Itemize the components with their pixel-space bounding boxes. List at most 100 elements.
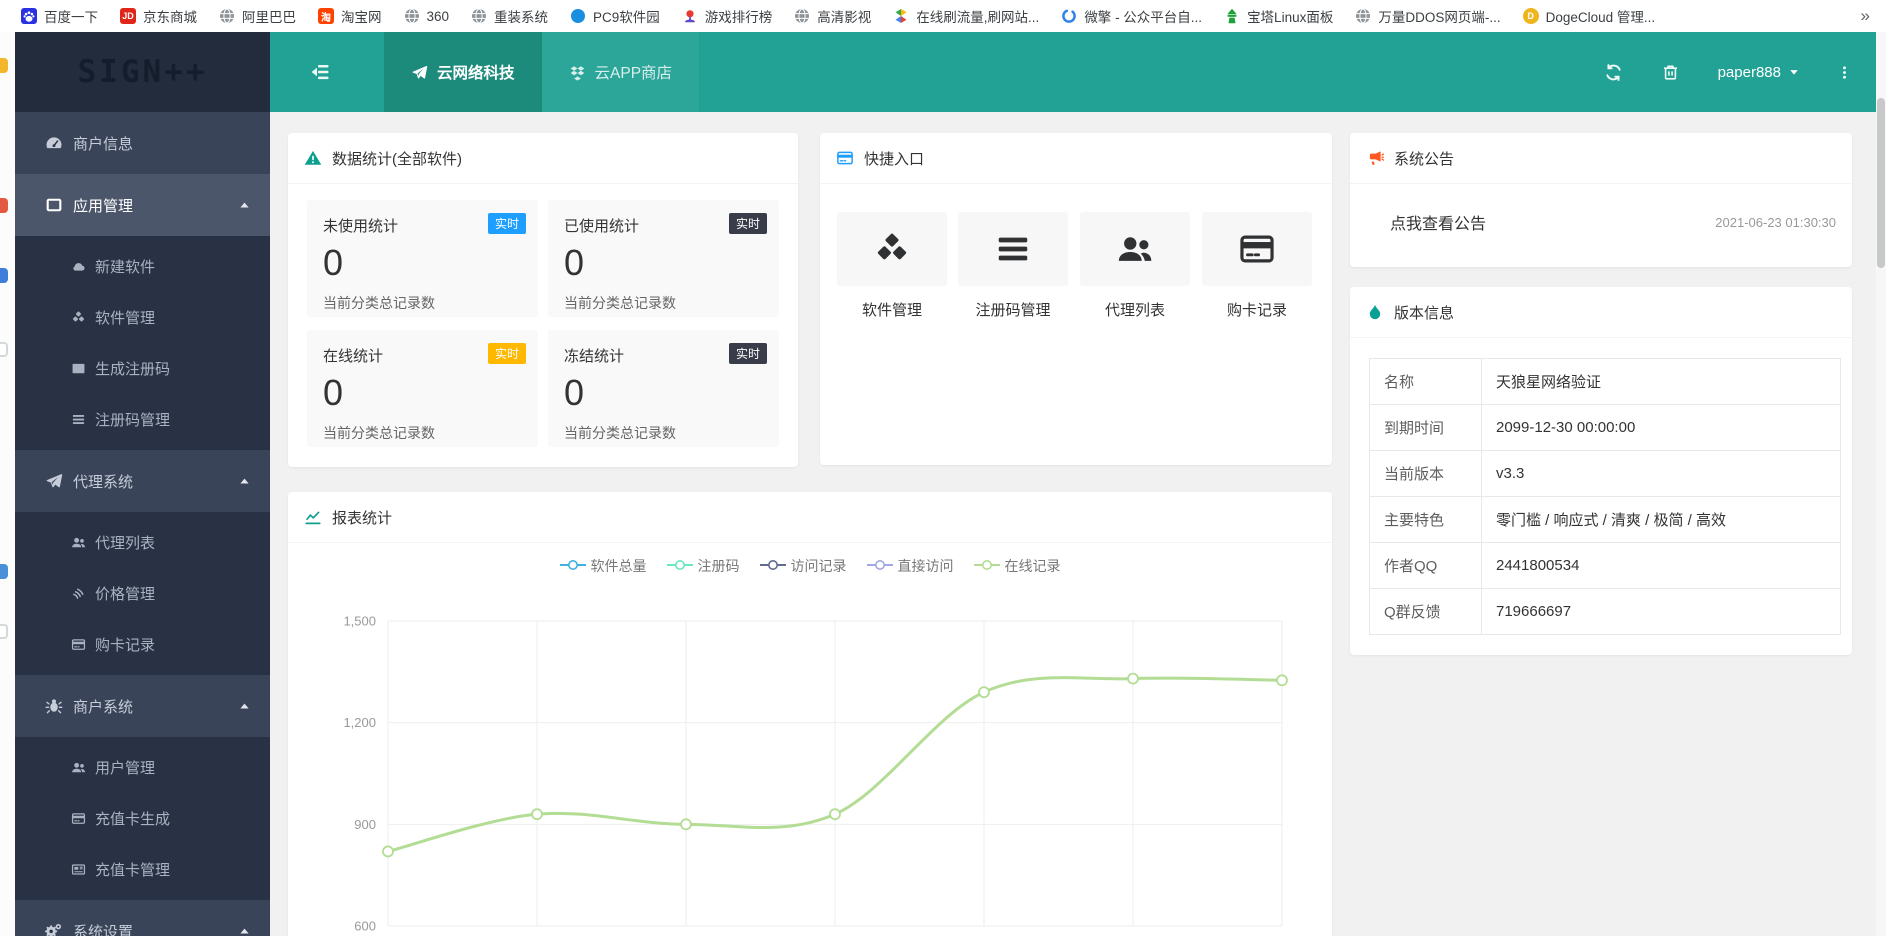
sidebar-item[interactable]: 新建软件	[15, 241, 270, 292]
stat-tile: 在线统计实时0当前分类总记录数	[307, 330, 538, 447]
report-chart-header: 报表统计	[288, 492, 1332, 543]
bookmark-item[interactable]: 360	[393, 3, 461, 29]
topbar-tab[interactable]: 云网络科技	[384, 32, 542, 112]
version-info-card: 版本信息 名称天狼星网络验证到期时间2099-12-30 00:00:00当前版…	[1350, 287, 1852, 655]
view-announcement-link[interactable]: 点我查看公告	[1390, 210, 1486, 234]
version-table-row: 到期时间2099-12-30 00:00:00	[1370, 405, 1841, 451]
bookmark-item[interactable]: 万量DDOS网页端-...	[1344, 3, 1511, 29]
legend-label: 软件总量	[591, 556, 647, 576]
sidebar-item[interactable]: 价格管理	[15, 568, 270, 619]
page-scrollbar	[1876, 32, 1886, 936]
bookmark-item[interactable]: DDogeCloud 管理...	[1512, 3, 1667, 29]
sidebar-parent-item[interactable]: 应用管理	[15, 174, 270, 236]
sidebar-item[interactable]: 生成注册码	[15, 343, 270, 394]
megaphone-icon	[1366, 149, 1384, 167]
bug-icon	[45, 697, 63, 715]
bookmark-item[interactable]: JD京东商城	[109, 3, 208, 29]
sidebar-item-label: 购卡记录	[95, 634, 155, 655]
bookmark-label: 在线刷流量,刷网站...	[916, 6, 1039, 26]
version-table-row: 名称天狼星网络验证	[1370, 359, 1841, 405]
globe-favicon-icon	[794, 8, 810, 24]
sidebar-parent-item[interactable]: 商户信息	[15, 112, 270, 174]
legend-label: 在线记录	[1005, 556, 1061, 576]
quick-entry-title: 快捷入口	[864, 148, 924, 169]
bookmark-item[interactable]: 百度一下	[10, 3, 109, 29]
sidebar-item-label: 系统设置	[73, 921, 133, 936]
bars-icon	[958, 212, 1068, 286]
topbar-actions: paper888	[1604, 63, 1876, 82]
trash-icon[interactable]	[1661, 63, 1680, 82]
announcement-timestamp: 2021-06-23 01:30:30	[1715, 215, 1836, 230]
line-chart: 1,5001,200900600	[288, 585, 1332, 936]
stat-value: 0	[323, 245, 522, 281]
sidebar-item[interactable]: 注册码管理	[15, 394, 270, 445]
app-window: SIGN++ 商户信息应用管理新建软件软件管理生成注册码注册码管理代理系统代理列…	[0, 32, 1886, 936]
svg-text:600: 600	[354, 919, 376, 934]
browser-bookmarks-bar: 百度一下JD京东商城 阿里巴巴淘淘宝网360 重装系统 PC9软件园游戏排行榜高清影视…	[0, 0, 1886, 32]
edge-icon-fragment	[0, 564, 8, 579]
user-menu[interactable]: paper888	[1718, 64, 1799, 81]
bookmark-item[interactable]: 在线刷流量,刷网站...	[882, 3, 1050, 29]
bookmark-item[interactable]: 高清影视	[783, 3, 882, 29]
legend-item[interactable]: 直接访问	[867, 556, 954, 576]
droplet-icon	[1366, 303, 1384, 321]
collapse-menu-icon[interactable]	[308, 60, 332, 84]
sidebar-item-label: 商户系统	[73, 696, 133, 717]
topbar-tab[interactable]: 云APP商店	[542, 32, 700, 112]
sidebar-parent-item[interactable]: 代理系统	[15, 450, 270, 512]
bookmark-item[interactable]: 宝塔Linux面板	[1213, 3, 1344, 29]
more-options-icon[interactable]	[1837, 63, 1852, 82]
caret-up-icon	[239, 926, 250, 936]
waves-icon	[71, 586, 86, 601]
bookmark-item[interactable]: PC9软件园	[559, 3, 671, 29]
joystick-favicon-icon	[682, 8, 698, 24]
sidebar-item[interactable]: 用户管理	[15, 742, 270, 793]
legend-item[interactable]: 访问记录	[760, 556, 847, 576]
app-logo[interactable]: SIGN++	[15, 32, 270, 112]
bookmark-label: 阿里巴巴	[242, 6, 296, 26]
bookmark-item[interactable]: 阿里巴巴	[208, 3, 307, 29]
scrollbar-thumb[interactable]	[1877, 98, 1885, 268]
sidebar-item[interactable]: 充值卡生成	[15, 793, 270, 844]
stat-tile: 已使用统计实时0当前分类总记录数	[548, 200, 779, 317]
sidebar-item[interactable]: 充值卡管理	[15, 844, 270, 895]
bookmark-item[interactable]: 淘淘宝网	[307, 3, 393, 29]
bookmark-label: 微擎 - 公众平台自...	[1084, 6, 1202, 26]
baidu-favicon-icon	[21, 8, 37, 24]
edge-icon-fragment	[0, 342, 8, 357]
browser-edge-strip	[0, 32, 15, 936]
stats-card: 数据统计(全部软件) 未使用统计实时0当前分类总记录数已使用统计实时0当前分类总…	[288, 133, 798, 467]
bookmark-label: 重装系统	[494, 6, 548, 26]
legend-item[interactable]: 在线记录	[974, 556, 1061, 576]
stat-caption: 当前分类总记录数	[323, 293, 522, 313]
sidebar-parent-item[interactable]: 系统设置	[15, 900, 270, 936]
legend-marker-icon	[867, 558, 893, 574]
quick-entry-tile[interactable]: 注册码管理	[958, 212, 1068, 320]
svg-text:1,500: 1,500	[343, 614, 376, 629]
bookmarks-overflow-chevron-icon[interactable]: »	[1861, 6, 1870, 26]
bookmark-item[interactable]: 微擎 - 公众平台自...	[1050, 3, 1213, 29]
refresh-icon[interactable]	[1604, 63, 1623, 82]
realtime-badge: 实时	[488, 213, 526, 234]
sidebar-item-label: 生成注册码	[95, 358, 170, 379]
topbar-tabs: 云网络科技云APP商店	[384, 32, 699, 112]
bars-icon	[71, 412, 86, 427]
bookmark-item[interactable]: 游戏排行榜	[671, 3, 784, 29]
stat-value: 0	[564, 245, 763, 281]
legend-item[interactable]: 注册码	[667, 556, 740, 576]
quick-entry-tile[interactable]: 软件管理	[837, 212, 947, 320]
stat-caption: 当前分类总记录数	[564, 423, 763, 443]
sidebar-parent-item[interactable]: 商户系统	[15, 675, 270, 737]
topbar: 云网络科技云APP商店 paper888	[270, 32, 1876, 112]
sidebar-item[interactable]: 代理列表	[15, 517, 270, 568]
quick-entry-tile[interactable]: 购卡记录	[1202, 212, 1312, 320]
line-chart-icon	[304, 508, 322, 526]
sidebar-item[interactable]: 软件管理	[15, 292, 270, 343]
bookmark-item[interactable]: 重装系统	[460, 3, 559, 29]
sidebar-item-label: 软件管理	[95, 307, 155, 328]
version-row-key: 到期时间	[1370, 405, 1482, 451]
version-row-key: 主要特色	[1370, 497, 1482, 543]
sidebar-item[interactable]: 购卡记录	[15, 619, 270, 670]
quick-entry-tile[interactable]: 代理列表	[1080, 212, 1190, 320]
legend-item[interactable]: 软件总量	[560, 556, 647, 576]
